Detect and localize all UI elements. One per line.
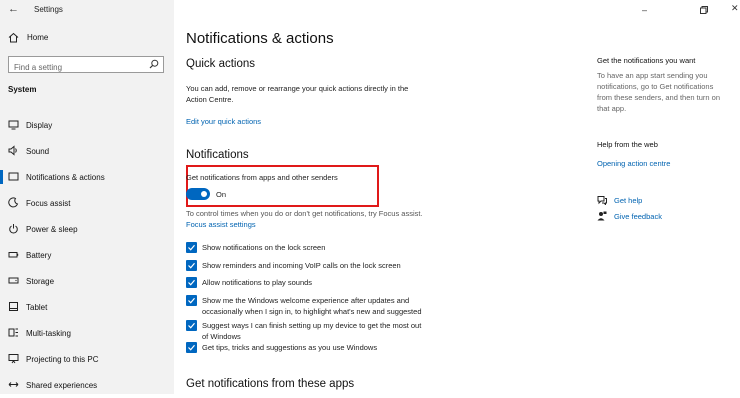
sidebar-item-tablet[interactable]: Tablet — [0, 294, 174, 320]
edit-quick-actions-link[interactable]: Edit your quick actions — [186, 117, 261, 126]
get-notifications-text-line3: from these senders, and then turn on — [597, 93, 720, 102]
sidebar-item-label: Shared experiences — [26, 381, 98, 390]
notifications-toggle[interactable] — [186, 188, 210, 200]
checkbox-label: Show reminders and incoming VoIP calls o… — [202, 261, 401, 270]
focus-assist-text: To control times when you do or don't ge… — [186, 209, 423, 218]
search-input[interactable] — [9, 60, 144, 75]
sidebar-item-label: Projecting to this PC — [26, 355, 99, 364]
projecting-icon — [8, 354, 19, 364]
checkbox-label: Show notifications on the lock screen — [202, 243, 326, 252]
sound-icon — [8, 145, 17, 156]
back-arrow-icon[interactable]: ← — [8, 3, 19, 15]
minimize-icon[interactable]: – — [642, 5, 647, 15]
multitasking-icon — [8, 328, 18, 337]
checkbox-play-sounds[interactable] — [186, 277, 197, 288]
get-notifications-text-line4: that app. — [597, 104, 627, 113]
home-nav-item[interactable]: Home — [8, 32, 48, 43]
checkmark-icon — [188, 244, 195, 251]
sidebar-item-label: Tablet — [26, 303, 48, 312]
checkbox-finish-setup[interactable] — [186, 320, 197, 331]
sidebar-item-power-sleep[interactable]: Power & sleep — [0, 216, 174, 242]
checkbox-label-line2: occasionally when I sign in, to highligh… — [202, 307, 422, 316]
checkbox-tips-tricks[interactable] — [186, 342, 197, 353]
tablet-icon — [9, 302, 18, 311]
get-notifications-heading: Get the notifications you want — [597, 56, 696, 65]
sidebar-item-label: Notifications & actions — [26, 173, 105, 182]
checkmark-icon — [188, 322, 195, 329]
sidebar-item-label: Display — [26, 121, 53, 130]
get-notifications-text-line1: To have an app start sending you — [597, 71, 708, 80]
checkbox-label: Get tips, tricks and suggestions as you … — [202, 343, 378, 352]
search-icon[interactable] — [149, 59, 159, 69]
get-notifications-text-line2: notifications, go to Get notifications — [597, 82, 714, 91]
home-icon — [8, 32, 19, 43]
sidebar-item-notifications-actions[interactable]: Notifications & actions — [0, 164, 174, 190]
checkbox-label-line2: of Windows — [202, 332, 241, 341]
notifications-heading: Notifications — [186, 149, 249, 161]
opening-action-centre-link[interactable]: Opening action centre — [597, 159, 670, 168]
restore-icon[interactable] — [700, 6, 708, 14]
sidebar-item-focus-assist[interactable]: Focus assist — [0, 190, 174, 216]
checkbox-reminders-voip[interactable] — [186, 260, 197, 271]
checkbox-lock-screen-notifications[interactable] — [186, 242, 197, 253]
app-title: Settings — [34, 5, 63, 14]
checkbox-label-line1: Suggest ways I can finish setting up my … — [202, 321, 422, 330]
sidebar-item-label: Sound — [26, 147, 50, 156]
checkmark-icon — [188, 279, 195, 286]
page-title: Notifications & actions — [186, 30, 334, 47]
focus-assist-icon — [8, 197, 19, 208]
checkmark-icon — [188, 297, 195, 304]
search-box[interactable] — [8, 56, 164, 75]
checkmark-icon — [188, 262, 195, 269]
sidebar-item-label: Storage — [26, 277, 55, 286]
quick-actions-heading: Quick actions — [186, 58, 256, 70]
sidebar-item-label: Battery — [26, 251, 52, 260]
title-bar: ← Settings — [0, 0, 174, 20]
main-content: – ✕ Notifications & actions Quick action… — [174, 0, 740, 394]
checkbox-label-line1: Show me the Windows welcome experience a… — [202, 296, 410, 305]
sidebar: ← Settings Home System Display Sound Not… — [0, 0, 174, 394]
focus-assist-settings-link[interactable]: Focus assist settings — [186, 220, 256, 229]
get-help-link[interactable]: Get help — [614, 196, 642, 205]
checkbox-label: Allow notifications to play sounds — [202, 278, 313, 287]
checkmark-icon — [188, 344, 195, 351]
notifications-icon — [8, 172, 19, 181]
sidebar-item-label: Multi-tasking — [26, 329, 71, 338]
give-feedback-link[interactable]: Give feedback — [614, 212, 662, 221]
home-label: Home — [27, 33, 49, 42]
checkbox-welcome-experience[interactable] — [186, 295, 197, 306]
get-help-icon — [597, 196, 607, 205]
section-label-system: System — [8, 85, 37, 94]
sidebar-item-display[interactable]: Display — [0, 112, 174, 138]
sidebar-item-battery[interactable]: Battery — [0, 242, 174, 268]
battery-icon — [8, 252, 19, 258]
sidebar-item-multitasking[interactable]: Multi-tasking — [0, 320, 174, 346]
notifications-toggle-label: Get notifications from apps and other se… — [186, 173, 338, 182]
sidebar-item-label: Focus assist — [26, 199, 71, 208]
quick-actions-description-line2: Action Centre. — [186, 95, 234, 104]
sidebar-item-sound[interactable]: Sound — [0, 138, 174, 164]
sidebar-item-shared-experiences[interactable]: Shared experiences — [0, 372, 174, 398]
quick-actions-description-line1: You can add, remove or rearrange your qu… — [186, 84, 409, 93]
sidebar-nav: Display Sound Notifications & actions Fo… — [0, 112, 174, 398]
sidebar-item-storage[interactable]: Storage — [0, 268, 174, 294]
sidebar-item-projecting[interactable]: Projecting to this PC — [0, 346, 174, 372]
notifications-toggle-state: On — [216, 190, 227, 199]
give-feedback-icon — [597, 211, 607, 221]
senders-heading: Get notifications from these apps — [186, 378, 355, 390]
sidebar-item-label: Power & sleep — [26, 225, 78, 234]
help-heading: Help from the web — [597, 140, 658, 149]
storage-icon — [8, 277, 19, 284]
close-icon[interactable]: ✕ — [731, 3, 739, 14]
shared-experiences-icon — [8, 382, 19, 387]
display-icon — [8, 120, 19, 130]
power-icon — [9, 224, 18, 234]
